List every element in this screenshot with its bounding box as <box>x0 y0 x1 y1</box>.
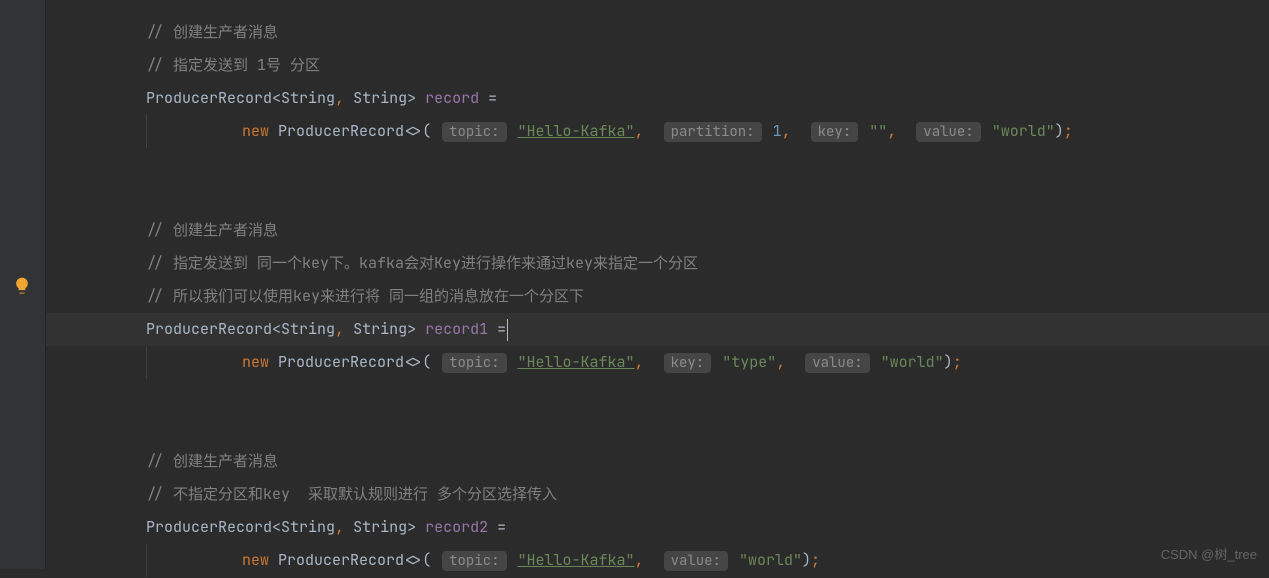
param-hint: topic: <box>442 353 506 373</box>
lightbulb-icon[interactable] <box>12 276 32 296</box>
code-line[interactable]: new ProducerRecord<>( topic: "Hello-Kafk… <box>46 115 1269 148</box>
code-line[interactable]: // 创建生产者消息 <box>46 445 1269 478</box>
code-line[interactable] <box>46 148 1269 181</box>
code-line[interactable]: ProducerRecord<String, String> record2 = <box>46 511 1269 544</box>
param-hint: value: <box>805 353 869 373</box>
param-hint: topic: <box>442 122 506 142</box>
code-line[interactable]: ProducerRecord<String, String> record1 = <box>46 313 1269 346</box>
code-line[interactable]: // 创建生产者消息 <box>46 214 1269 247</box>
code-line[interactable]: // 不指定分区和key 采取默认规则进行 多个分区选择传入 <box>46 478 1269 511</box>
param-hint: value: <box>664 551 728 571</box>
code-line[interactable]: // 创建生产者消息 <box>46 16 1269 49</box>
code-line[interactable]: // 指定发送到 同一个key下。kafka会对Key进行操作来通过key来指定… <box>46 247 1269 280</box>
code-line[interactable] <box>46 181 1269 214</box>
param-hint: partition: <box>664 122 762 142</box>
watermark: CSDN @树_tree <box>1161 544 1257 563</box>
param-hint: value: <box>916 122 980 142</box>
code-line[interactable]: new ProducerRecord<>( topic: "Hello-Kafk… <box>46 346 1269 379</box>
param-hint: topic: <box>442 551 506 571</box>
code-editor[interactable]: // 创建生产者消息// 指定发送到 1号 分区ProducerRecord<S… <box>46 0 1269 569</box>
code-line[interactable]: // 指定发送到 1号 分区 <box>46 49 1269 82</box>
gutter <box>0 0 46 569</box>
code-line[interactable] <box>46 379 1269 412</box>
code-line[interactable]: ProducerRecord<String, String> record = <box>46 82 1269 115</box>
code-line[interactable] <box>46 412 1269 445</box>
param-hint: key: <box>664 353 712 373</box>
code-line[interactable]: new ProducerRecord<>( topic: "Hello-Kafk… <box>46 544 1269 577</box>
param-hint: key: <box>811 122 859 142</box>
code-line[interactable]: // 所以我们可以使用key来进行将 同一组的消息放在一个分区下 <box>46 280 1269 313</box>
